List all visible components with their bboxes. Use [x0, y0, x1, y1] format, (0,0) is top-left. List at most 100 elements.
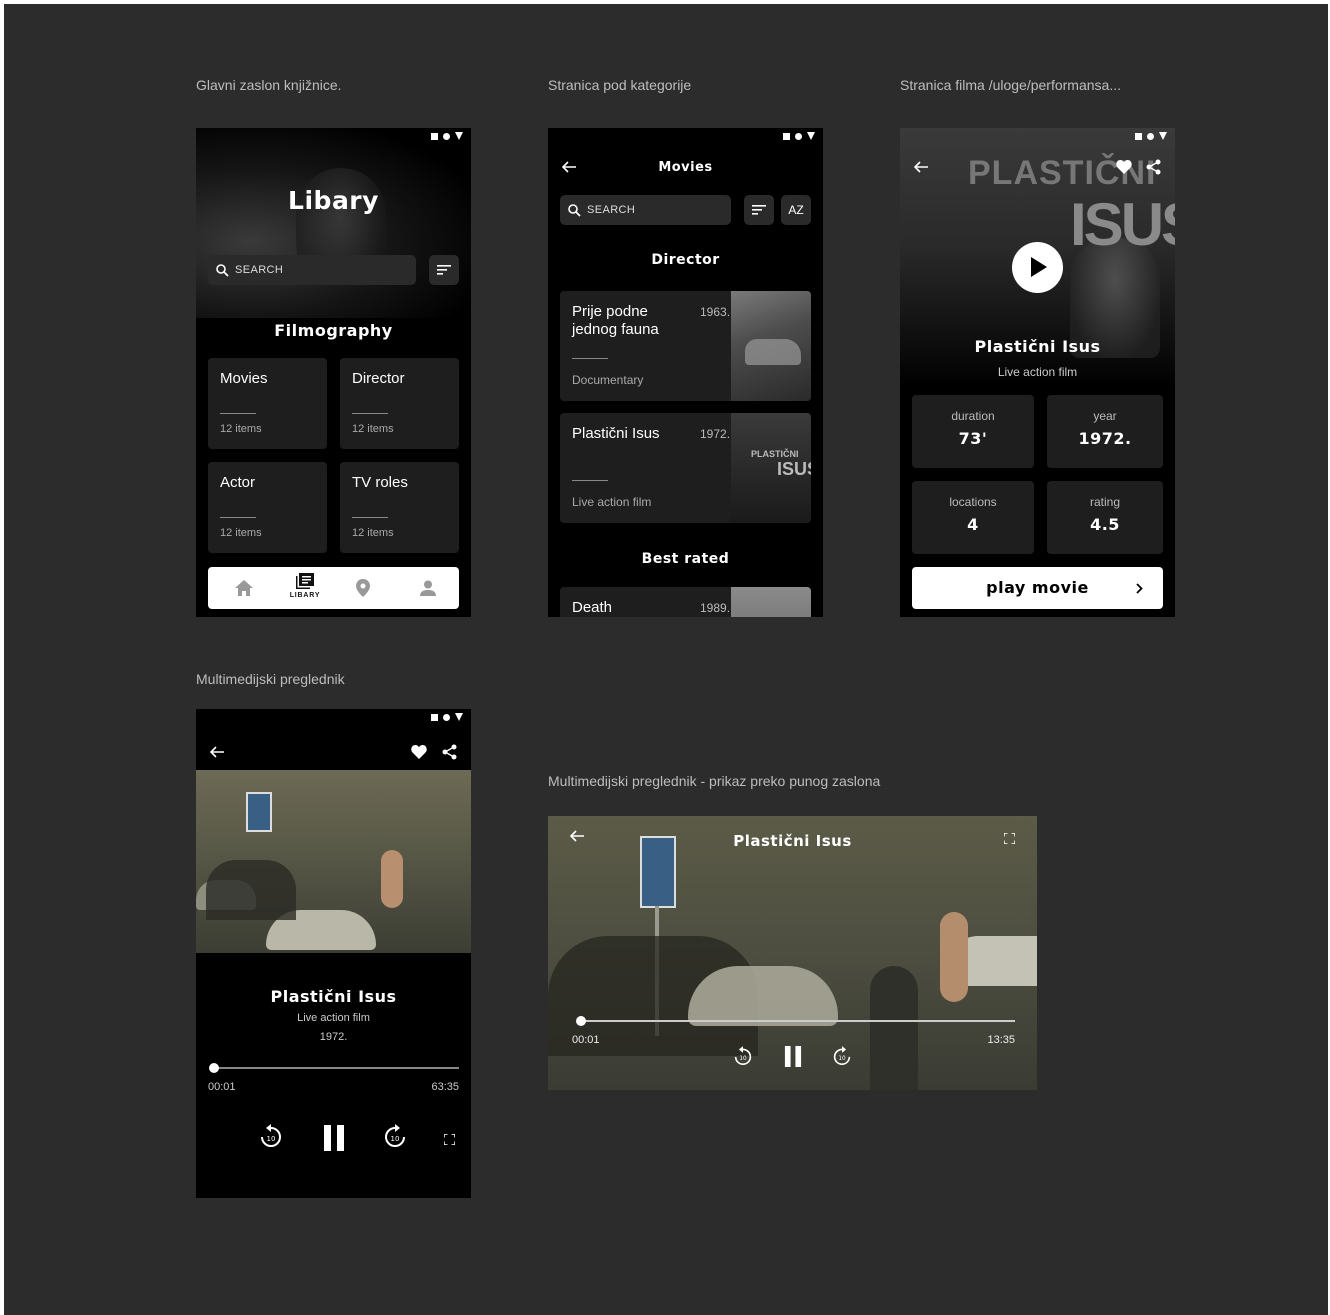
caption-fullscreen: Multimedijski preglednik - prikaz preko …	[548, 773, 881, 789]
filter-button[interactable]	[429, 255, 459, 285]
play-button[interactable]	[1012, 242, 1063, 293]
status-bar	[1135, 132, 1167, 140]
fullscreen-button[interactable]	[443, 1132, 456, 1150]
sort-az-icon: AZ	[788, 203, 804, 217]
card-label: Actor	[220, 474, 256, 491]
pause-button[interactable]	[783, 1046, 803, 1072]
play-movie-button[interactable]: play movie	[912, 567, 1163, 609]
movie-title: Plastični Isus	[572, 425, 660, 442]
search-icon	[568, 203, 581, 217]
search-input[interactable]: SEARCH	[208, 255, 416, 285]
back-arrow-icon[interactable]	[210, 746, 224, 758]
pause-icon	[324, 1125, 344, 1151]
media-title: Plastični Isus	[270, 987, 397, 1006]
library-title: Libary	[288, 186, 379, 215]
search-placeholder: SEARCH	[235, 264, 284, 276]
movie-year: 1963.	[700, 305, 731, 319]
pause-icon	[784, 1046, 802, 1067]
rewind-button[interactable]: 10	[260, 1124, 282, 1153]
library-icon	[296, 573, 314, 589]
card-divider	[220, 517, 256, 518]
stat-value: 1972.	[1078, 429, 1132, 448]
forward-10-icon: 10	[833, 1046, 851, 1065]
movie-genre: Documentary	[572, 373, 644, 387]
share-icon[interactable]	[442, 744, 457, 760]
card-count: 12 items	[220, 527, 262, 539]
parking-sign	[246, 792, 272, 832]
category-card-director[interactable]: Director 12 items	[340, 358, 459, 449]
category-card-actor[interactable]: Actor 12 items	[208, 462, 327, 553]
forward-button[interactable]: 10	[384, 1124, 406, 1153]
stat-rating: rating 4.5	[1047, 481, 1163, 554]
stat-value: 73'	[958, 429, 988, 448]
forward-button[interactable]: 10	[833, 1046, 851, 1071]
stat-duration: duration 73'	[912, 395, 1034, 468]
progress-handle[interactable]	[209, 1063, 220, 1073]
poster-title-2: ISUS	[1070, 191, 1175, 258]
crowd-shape	[206, 860, 296, 920]
search-input[interactable]: SEARCH	[560, 195, 731, 225]
runner-figure	[381, 850, 403, 908]
caption-library: Glavni zaslon knjižnice.	[196, 77, 342, 93]
time-current: 00:01	[572, 1034, 600, 1046]
category-card-tv-roles[interactable]: TV roles 12 items	[340, 462, 459, 553]
movie-row[interactable]: Prije podne jednog fauna 1963. Documenta…	[560, 291, 811, 401]
time-total: 13:35	[987, 1034, 1015, 1046]
caption-film: Stranica filma /uloge/performansa...	[900, 77, 1121, 93]
movie-row[interactable]: Plastični Isus 1972. Live action film PL…	[560, 413, 811, 523]
play-icon	[1031, 257, 1047, 277]
stat-label: duration	[951, 409, 995, 423]
card-count: 12 items	[352, 423, 394, 435]
poster-text: PLASTIČNI	[751, 449, 799, 459]
replay-10-icon: 10	[261, 1124, 281, 1147]
card-count: 12 items	[220, 423, 262, 435]
progress-bar[interactable]	[209, 1063, 459, 1073]
card-count: 12 items	[352, 527, 394, 539]
car-shape	[745, 339, 801, 365]
share-icon[interactable]	[1146, 159, 1161, 175]
status-bar	[431, 132, 463, 140]
fullscreen-screen: Plastični Isus 00:01 13:35 10 10	[548, 816, 1037, 1090]
category-card-movies[interactable]: Movies 12 items	[208, 358, 327, 449]
heart-icon[interactable]	[1116, 160, 1132, 174]
profile-icon[interactable]	[420, 580, 436, 596]
search-placeholder: SEARCH	[587, 204, 636, 216]
runner-figure	[940, 912, 968, 1002]
movie-title: Prije podne jednog fauna	[572, 303, 659, 338]
home-icon[interactable]	[235, 580, 253, 596]
location-icon[interactable]	[356, 579, 370, 597]
nav-item-library[interactable]: LIBARY	[284, 573, 326, 599]
card-divider	[352, 517, 388, 518]
movie-row[interactable]: Death 1989.	[560, 587, 811, 617]
stat-label: locations	[949, 495, 997, 509]
search-icon	[216, 263, 229, 277]
design-board: Glavni zaslon knjižnice. Stranica pod ka…	[4, 4, 1328, 1315]
fullscreen-icon	[443, 1133, 456, 1146]
skip-seconds-label: 10	[739, 1056, 747, 1062]
stat-locations: locations 4	[912, 481, 1034, 554]
filter-icon	[437, 265, 451, 275]
rewind-button[interactable]: 10	[734, 1046, 752, 1071]
sort-az-button[interactable]: AZ	[781, 195, 811, 225]
movie-thumbnail: PLASTIČNI ISUS	[731, 413, 811, 523]
progress-bar[interactable]	[576, 1016, 1015, 1026]
heart-icon[interactable]	[411, 745, 427, 759]
movie-genre: Live action film	[572, 495, 652, 509]
fullscreen-icon	[1003, 832, 1016, 845]
media-subtitle: Live action film	[297, 1012, 370, 1024]
section-title-director: Director	[651, 252, 720, 268]
video-frame[interactable]	[196, 770, 471, 953]
status-bar	[783, 132, 815, 140]
pause-button[interactable]	[322, 1125, 346, 1156]
back-arrow-icon[interactable]	[914, 161, 928, 173]
media-year: 1972.	[319, 1031, 348, 1043]
row-divider	[572, 358, 608, 359]
filter-button[interactable]	[744, 195, 774, 225]
stat-value: 4.5	[1090, 515, 1120, 534]
movie-year: 1989.	[700, 601, 731, 615]
movie-thumbnail	[731, 291, 811, 401]
exit-fullscreen-button[interactable]	[1003, 831, 1016, 849]
filter-icon	[752, 205, 766, 215]
card-divider	[352, 413, 388, 414]
card-divider	[220, 413, 256, 414]
